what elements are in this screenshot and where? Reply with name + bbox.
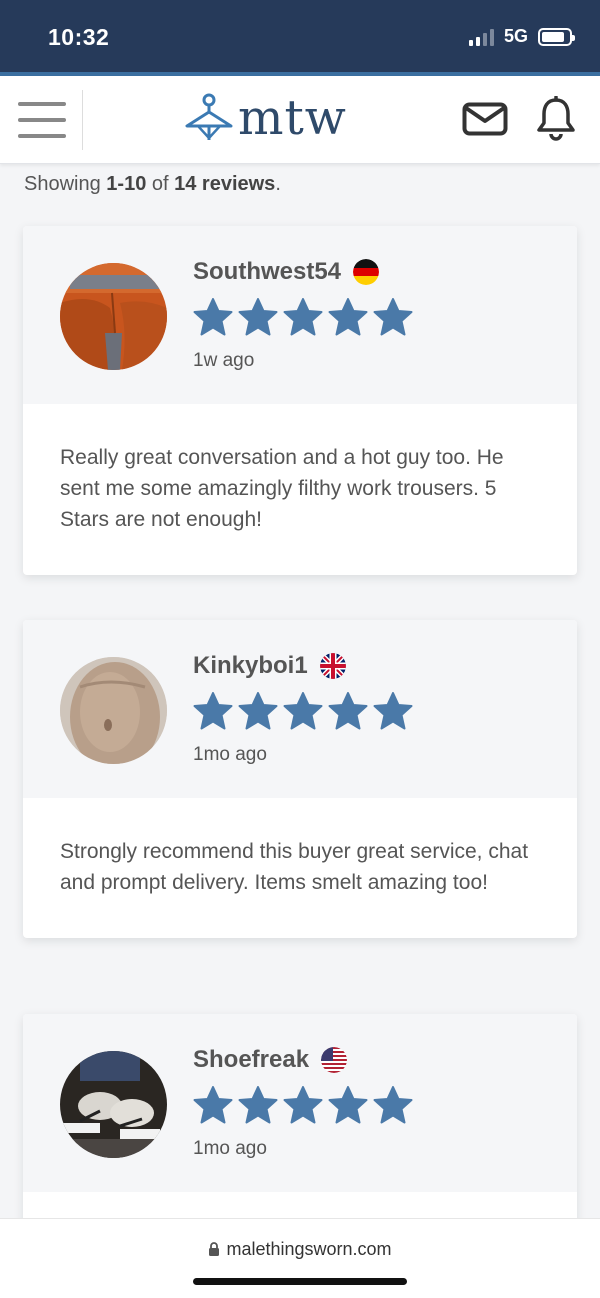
summary-middle: of — [146, 173, 175, 195]
star-icon — [193, 298, 233, 336]
star-rating — [193, 692, 413, 730]
review-header: Kinkyboi1 1mo ago — [23, 620, 577, 798]
site-logo[interactable]: mtw — [184, 92, 347, 144]
summary-total: 14 reviews — [174, 173, 276, 195]
review-time: 1mo ago — [193, 744, 267, 765]
url-text: malethingsworn.com — [226, 1239, 392, 1259]
avatar[interactable] — [60, 1051, 167, 1158]
summary-range: 1-10 — [106, 173, 147, 195]
battery-icon — [538, 27, 575, 46]
avatar[interactable] — [60, 657, 167, 764]
lock-icon — [209, 1242, 220, 1256]
network-type: 5G — [503, 26, 528, 46]
star-icon — [328, 692, 368, 730]
browser-url-bar: malethingsworn.com — [0, 1218, 600, 1298]
bell-icon[interactable] — [536, 96, 576, 142]
star-icon — [238, 1086, 278, 1124]
hamburger-menu-icon[interactable] — [18, 100, 66, 140]
star-icon — [193, 1086, 233, 1124]
review-card: Southwest54 1w ago Really great conversa… — [23, 226, 577, 575]
review-time: 1mo ago — [193, 1138, 267, 1159]
signal-icon — [468, 28, 494, 46]
star-rating — [193, 1086, 413, 1124]
summary-suffix: . — [275, 173, 281, 195]
url-display[interactable]: malethingsworn.com — [0, 1239, 600, 1260]
logo-text: mtw — [238, 90, 347, 146]
reviewer-name[interactable]: Kinkyboi1 — [193, 652, 308, 680]
star-icon — [238, 692, 278, 730]
star-icon — [373, 298, 413, 336]
reviewer-name-row: Shoefreak — [193, 1046, 348, 1074]
site-header: mtw — [0, 76, 600, 164]
star-icon — [238, 298, 278, 336]
united-kingdom-flag-icon — [319, 653, 346, 679]
reviewer-name[interactable]: Shoefreak — [193, 1046, 309, 1074]
review-text: Really great conversation and a hot guy … — [60, 446, 504, 531]
review-card: Kinkyboi1 1mo ago Strongly recommend thi… — [23, 620, 577, 938]
star-icon — [283, 1086, 323, 1124]
reviewer-name[interactable]: Southwest54 — [193, 258, 341, 286]
avatar[interactable] — [60, 263, 167, 370]
hanger-logo-icon — [185, 93, 233, 140]
star-rating — [193, 298, 413, 336]
united-states-flag-icon — [321, 1047, 348, 1073]
home-indicator[interactable] — [193, 1278, 407, 1285]
germany-flag-icon — [353, 259, 380, 285]
status-indicators: 5G — [468, 26, 575, 47]
star-icon — [283, 692, 323, 730]
star-icon — [193, 692, 233, 730]
mail-icon[interactable] — [462, 102, 508, 136]
status-bar: 10:32 5G — [0, 0, 600, 72]
review-header: Southwest54 1w ago — [23, 226, 577, 404]
star-icon — [373, 692, 413, 730]
review-count-summary: Showing 1-10 of 14 reviews. — [24, 173, 281, 196]
star-icon — [283, 298, 323, 336]
review-text: Strongly recommend this buyer great serv… — [60, 840, 529, 894]
star-icon — [328, 298, 368, 336]
summary-prefix: Showing — [24, 173, 107, 195]
review-header: Shoefreak 1mo ago — [23, 1014, 577, 1192]
status-time: 10:32 — [48, 24, 110, 50]
reviewer-name-row: Southwest54 — [193, 258, 380, 286]
reviewer-name-row: Kinkyboi1 — [193, 652, 346, 680]
star-icon — [328, 1086, 368, 1124]
star-icon — [373, 1086, 413, 1124]
review-time: 1w ago — [193, 350, 255, 371]
header-divider — [82, 90, 83, 150]
